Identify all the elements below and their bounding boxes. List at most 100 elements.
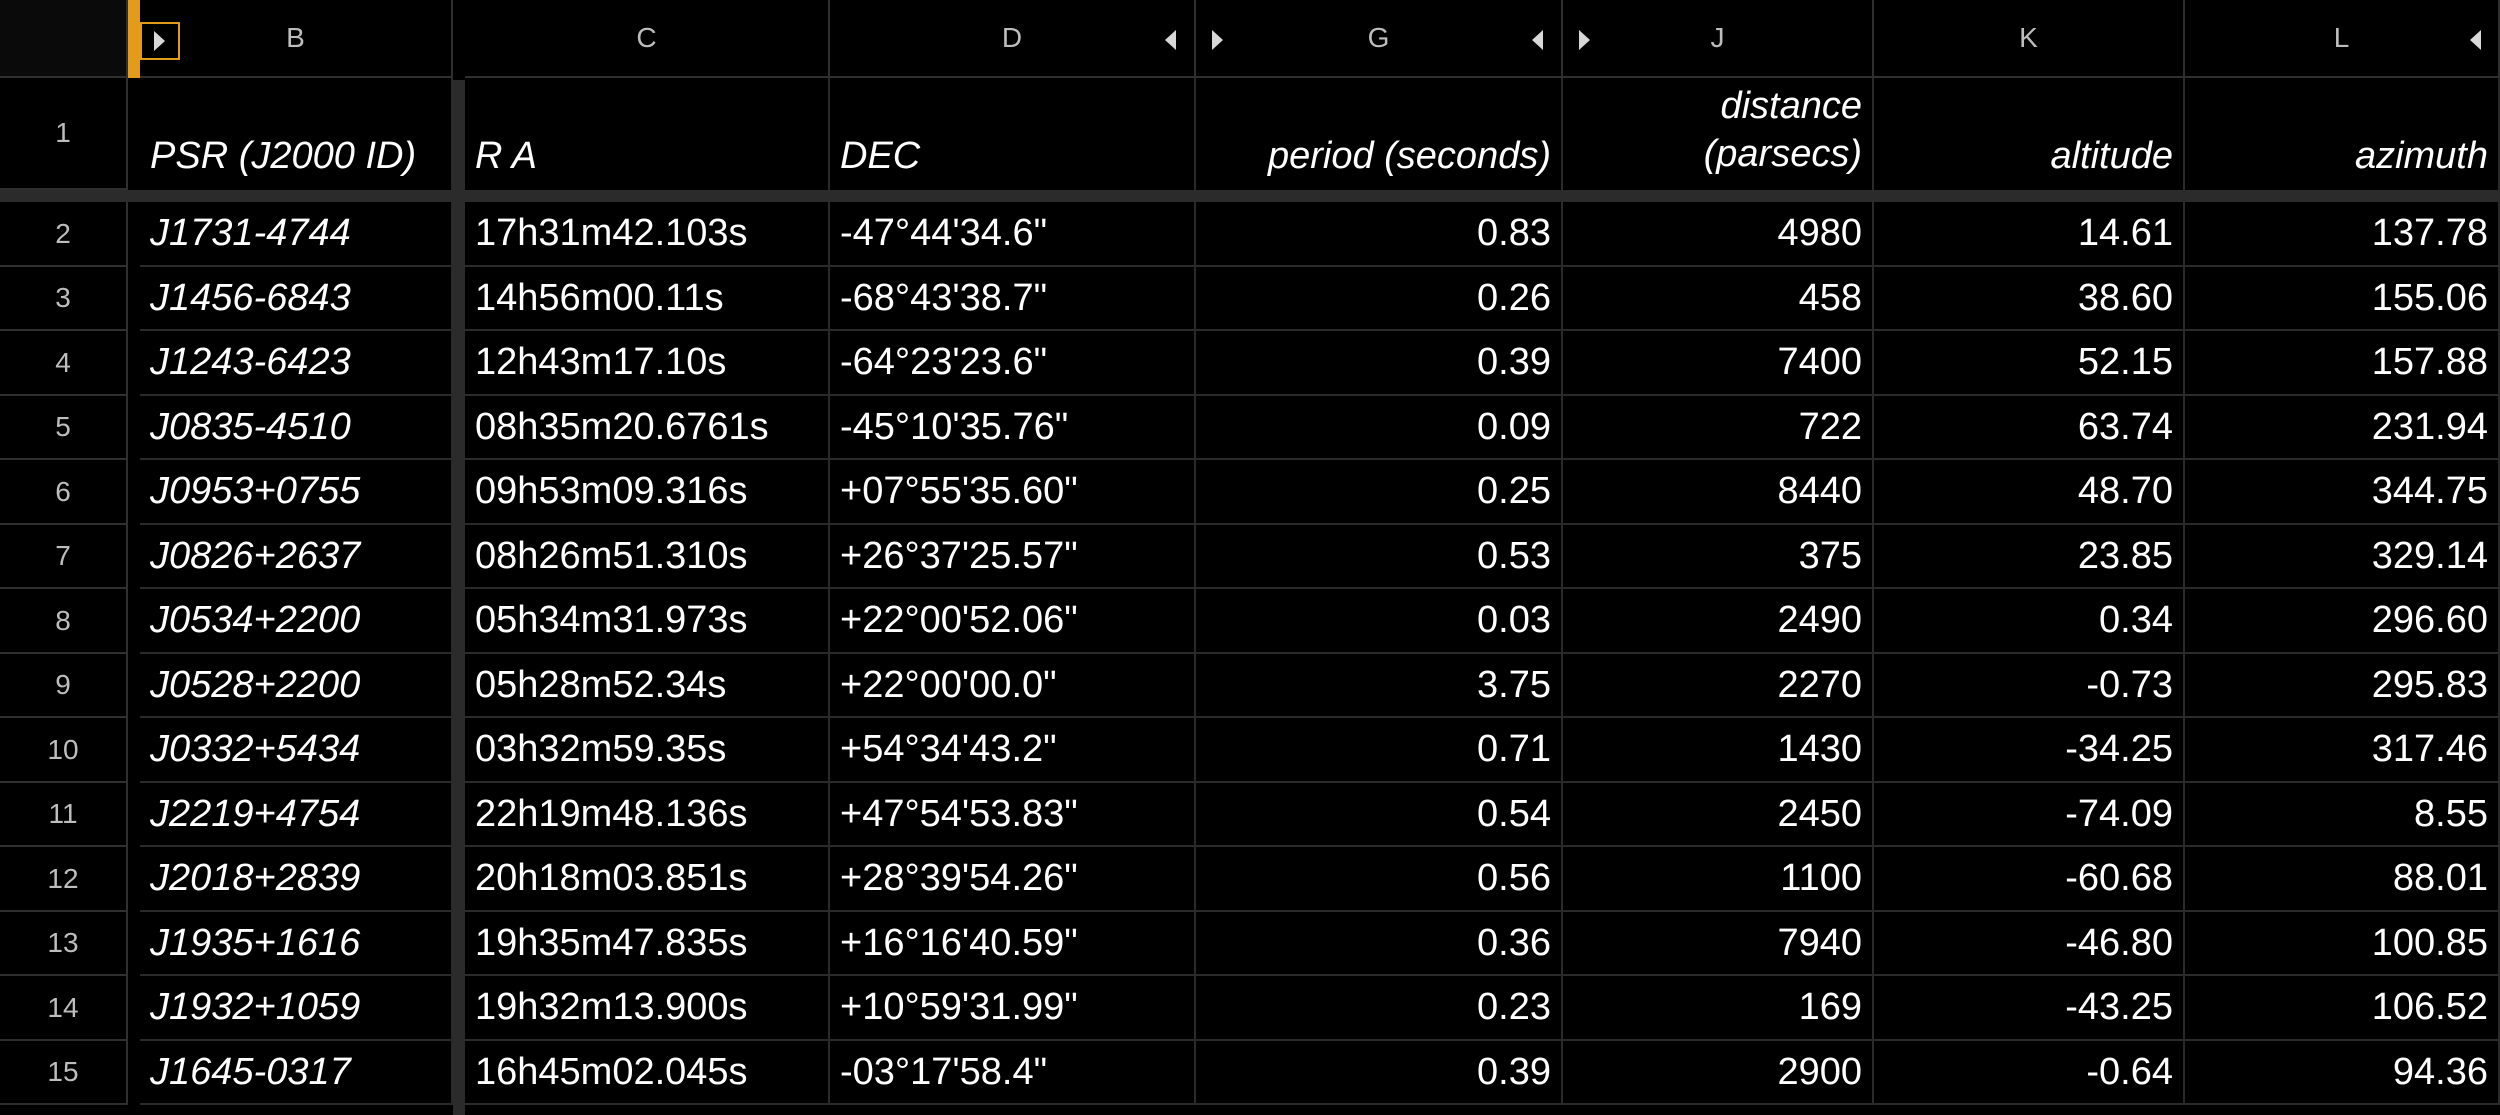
cell-period[interactable]: 0.25 bbox=[1196, 460, 1563, 525]
cell-psr[interactable]: J0332+5434 bbox=[140, 718, 453, 783]
cell-azimuth[interactable]: 317.46 bbox=[2185, 718, 2500, 783]
column-header-l[interactable]: L bbox=[2185, 0, 2500, 78]
row-header[interactable]: 13 bbox=[0, 912, 128, 976]
cell-ra[interactable]: 17h31m42.103s bbox=[465, 202, 830, 267]
cell-dec[interactable]: -47°44'34.6" bbox=[830, 202, 1196, 267]
expand-hidden-columns-left-icon[interactable] bbox=[1165, 30, 1176, 50]
frozen-column-divider[interactable] bbox=[453, 0, 465, 1115]
cell-ra[interactable]: 14h56m00.11s bbox=[465, 267, 830, 331]
cell-dec[interactable]: -68°43'38.7" bbox=[830, 267, 1196, 331]
cell-period[interactable]: 0.71 bbox=[1196, 718, 1563, 783]
cell-dec[interactable]: +16°16'40.59" bbox=[830, 912, 1196, 976]
cell-dec[interactable]: +22°00'52.06" bbox=[830, 589, 1196, 654]
cell-distance[interactable]: 7940 bbox=[1563, 912, 1874, 976]
cell-azimuth[interactable]: 8.55 bbox=[2185, 783, 2500, 847]
row-header[interactable]: 14 bbox=[0, 976, 128, 1041]
row-header[interactable]: 2 bbox=[0, 202, 128, 267]
cell-psr[interactable]: J0534+2200 bbox=[140, 589, 453, 654]
row-header[interactable]: 4 bbox=[0, 331, 128, 396]
cell-distance[interactable]: 458 bbox=[1563, 267, 1874, 331]
cell-altitude[interactable]: -0.64 bbox=[1874, 1041, 2185, 1105]
cell-azimuth[interactable]: 94.36 bbox=[2185, 1041, 2500, 1105]
cell-dec[interactable]: +54°34'43.2" bbox=[830, 718, 1196, 783]
row-header[interactable]: 10 bbox=[0, 718, 128, 783]
cell-ra[interactable]: 22h19m48.136s bbox=[465, 783, 830, 847]
expand-hidden-columns-right-icon[interactable] bbox=[1212, 30, 1223, 50]
cell-azimuth[interactable]: 106.52 bbox=[2185, 976, 2500, 1041]
cell-dec[interactable]: -45°10'35.76" bbox=[830, 396, 1196, 460]
row-header-1[interactable]: 1 bbox=[0, 78, 128, 190]
cell-distance[interactable]: 2450 bbox=[1563, 783, 1874, 847]
cell-dec[interactable]: -03°17'58.4" bbox=[830, 1041, 1196, 1105]
cell-distance[interactable]: 8440 bbox=[1563, 460, 1874, 525]
cell-azimuth[interactable]: 88.01 bbox=[2185, 847, 2500, 912]
cell-altitude[interactable]: 38.60 bbox=[1874, 267, 2185, 331]
cell-psr[interactable]: J0953+0755 bbox=[140, 460, 453, 525]
cell-dec[interactable]: +10°59'31.99" bbox=[830, 976, 1196, 1041]
cell-azimuth[interactable]: 295.83 bbox=[2185, 654, 2500, 718]
cell-psr[interactable]: J2219+4754 bbox=[140, 783, 453, 847]
cell-distance[interactable]: 7400 bbox=[1563, 331, 1874, 396]
cell-altitude[interactable]: -46.80 bbox=[1874, 912, 2185, 976]
cell-azimuth[interactable]: 100.85 bbox=[2185, 912, 2500, 976]
column-header-k[interactable]: K bbox=[1874, 0, 2185, 78]
cell-altitude[interactable]: -60.68 bbox=[1874, 847, 2185, 912]
expand-hidden-columns-right-icon[interactable] bbox=[1579, 30, 1590, 50]
cell-distance[interactable]: 4980 bbox=[1563, 202, 1874, 267]
cell-dec[interactable]: +26°37'25.57" bbox=[830, 525, 1196, 589]
cell-distance[interactable]: 2900 bbox=[1563, 1041, 1874, 1105]
cell-psr[interactable]: J0835-4510 bbox=[140, 396, 453, 460]
cell-psr[interactable]: J1645-0317 bbox=[140, 1041, 453, 1105]
header-cell-distance[interactable]: distance (parsecs) bbox=[1563, 78, 1874, 190]
cell-altitude[interactable]: 23.85 bbox=[1874, 525, 2185, 589]
cell-altitude[interactable]: -0.73 bbox=[1874, 654, 2185, 718]
cell-distance[interactable]: 1100 bbox=[1563, 847, 1874, 912]
cell-distance[interactable]: 169 bbox=[1563, 976, 1874, 1041]
cell-distance[interactable]: 2270 bbox=[1563, 654, 1874, 718]
cell-altitude[interactable]: 52.15 bbox=[1874, 331, 2185, 396]
cell-distance[interactable]: 722 bbox=[1563, 396, 1874, 460]
cell-ra[interactable]: 05h34m31.973s bbox=[465, 589, 830, 654]
cell-psr[interactable]: J0826+2637 bbox=[140, 525, 453, 589]
cell-period[interactable]: 0.39 bbox=[1196, 331, 1563, 396]
row-header[interactable]: 5 bbox=[0, 396, 128, 460]
cell-ra[interactable]: 03h32m59.35s bbox=[465, 718, 830, 783]
cell-ra[interactable]: 08h26m51.310s bbox=[465, 525, 830, 589]
cell-period[interactable]: 0.23 bbox=[1196, 976, 1563, 1041]
cell-azimuth[interactable]: 344.75 bbox=[2185, 460, 2500, 525]
cell-distance[interactable]: 2490 bbox=[1563, 589, 1874, 654]
cell-azimuth[interactable]: 137.78 bbox=[2185, 202, 2500, 267]
header-cell-azimuth[interactable]: azimuth bbox=[2185, 78, 2500, 190]
cell-dec[interactable]: +47°54'53.83" bbox=[830, 783, 1196, 847]
cell-period[interactable]: 0.56 bbox=[1196, 847, 1563, 912]
cell-period[interactable]: 0.83 bbox=[1196, 202, 1563, 267]
cell-ra[interactable]: 05h28m52.34s bbox=[465, 654, 830, 718]
cell-psr[interactable]: J1932+1059 bbox=[140, 976, 453, 1041]
header-cell-dec[interactable]: DEC bbox=[830, 78, 1196, 190]
expand-hidden-columns-left-icon[interactable] bbox=[2470, 30, 2481, 50]
expand-hidden-columns-left-icon[interactable] bbox=[1532, 30, 1543, 50]
cell-period[interactable]: 0.26 bbox=[1196, 267, 1563, 331]
cell-psr[interactable]: J1243-6423 bbox=[140, 331, 453, 396]
cell-psr[interactable]: J1731-4744 bbox=[140, 202, 453, 267]
cell-ra[interactable]: 09h53m09.316s bbox=[465, 460, 830, 525]
column-header-g[interactable]: G bbox=[1196, 0, 1563, 78]
cell-altitude[interactable]: -34.25 bbox=[1874, 718, 2185, 783]
cell-psr[interactable]: J1456-6843 bbox=[140, 267, 453, 331]
cell-dec[interactable]: -64°23'23.6" bbox=[830, 331, 1196, 396]
cell-altitude[interactable]: -43.25 bbox=[1874, 976, 2185, 1041]
cell-period[interactable]: 3.75 bbox=[1196, 654, 1563, 718]
cell-dec[interactable]: +22°00'00.0" bbox=[830, 654, 1196, 718]
column-header-j[interactable]: J bbox=[1563, 0, 1874, 78]
cell-distance[interactable]: 375 bbox=[1563, 525, 1874, 589]
cell-azimuth[interactable]: 231.94 bbox=[2185, 396, 2500, 460]
cell-azimuth[interactable]: 157.88 bbox=[2185, 331, 2500, 396]
column-header-c[interactable]: C bbox=[465, 0, 830, 78]
header-cell-ra[interactable]: R A bbox=[465, 78, 830, 190]
header-cell-psr[interactable]: PSR (J2000 ID) bbox=[140, 78, 453, 190]
cell-period[interactable]: 0.39 bbox=[1196, 1041, 1563, 1105]
header-cell-altitude[interactable]: altitude bbox=[1874, 78, 2185, 190]
cell-period[interactable]: 0.54 bbox=[1196, 783, 1563, 847]
cell-azimuth[interactable]: 155.06 bbox=[2185, 267, 2500, 331]
cell-dec[interactable]: +28°39'54.26" bbox=[830, 847, 1196, 912]
